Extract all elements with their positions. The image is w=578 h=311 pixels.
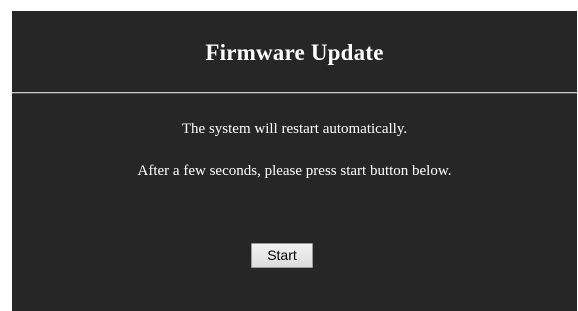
firmware-update-dialog: Firmware Update The system will restart … — [12, 11, 577, 311]
dialog-header: Firmware Update — [12, 11, 577, 92]
restart-message: The system will restart automatically. — [181, 121, 408, 137]
header-divider-shadow — [12, 93, 577, 94]
instruction-message: After a few seconds, please press start … — [137, 163, 452, 179]
dialog-title: Firmware Update — [205, 40, 384, 65]
start-button[interactable]: Start — [251, 243, 313, 268]
